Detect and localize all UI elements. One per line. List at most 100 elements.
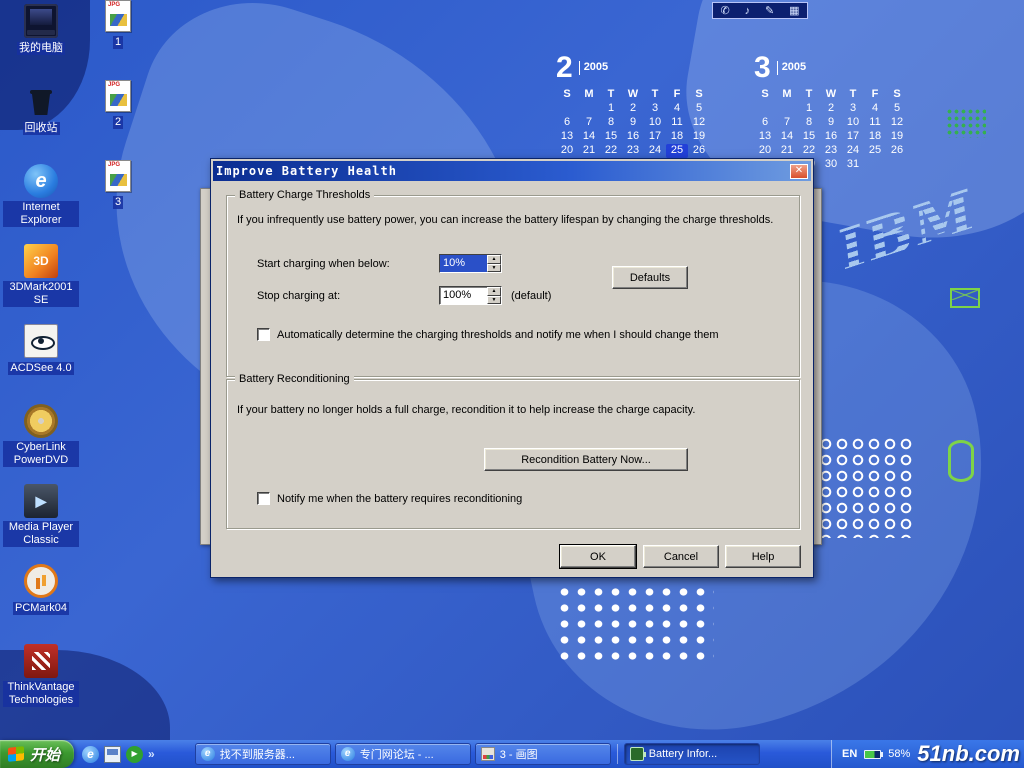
taskbar-task[interactable]: 3 - 画图 xyxy=(475,743,611,765)
system-tray: EN 58% 51nb.com xyxy=(831,740,1024,768)
desktop-icon-recycle-bin[interactable]: 回收站 xyxy=(2,84,80,158)
calendar-year: 2005 xyxy=(782,61,806,73)
defaults-button[interactable]: Defaults xyxy=(612,266,688,289)
calendar-day: 6 xyxy=(556,116,578,130)
calendar-day: 19 xyxy=(688,130,710,144)
pcmark04-icon xyxy=(24,564,58,598)
phone-icon[interactable] xyxy=(720,4,729,17)
desktop-icon-my-computer[interactable]: 我的电脑 xyxy=(2,4,80,78)
spin-up-icon[interactable] xyxy=(487,255,501,264)
desktop-icon-acdsee[interactable]: ACDSee 4.0 xyxy=(2,324,80,398)
watermark: 51nb.com xyxy=(917,741,1020,767)
spinner-buttons xyxy=(487,287,501,304)
recondition-battery-button[interactable]: Recondition Battery Now... xyxy=(484,448,688,471)
desktop-icon-label: ThinkVantage Technologies xyxy=(3,681,79,707)
help-button[interactable]: Help xyxy=(725,545,801,568)
desktop-icon[interactable] xyxy=(104,746,121,763)
calendar-day: 3 xyxy=(644,102,666,116)
grid-icon[interactable] xyxy=(789,4,799,17)
desktop-icon-pcmark04[interactable]: PCMark04 xyxy=(2,564,80,638)
calendar-day: 21 xyxy=(776,144,798,158)
jpg-file-icon[interactable]: JPG 3 xyxy=(96,160,140,208)
ie-icon[interactable] xyxy=(82,746,99,763)
ok-button[interactable]: OK xyxy=(560,545,636,568)
calendar-day-header: F xyxy=(666,88,688,102)
spin-down-icon[interactable] xyxy=(487,296,501,305)
calendar-day: 7 xyxy=(578,116,600,130)
desktop-icon-label: CyberLink PowerDVD xyxy=(3,441,79,467)
start-charging-value[interactable]: 10% xyxy=(440,255,487,272)
calendar-day: 14 xyxy=(578,130,600,144)
calendar-day xyxy=(754,102,776,116)
desktop-toolbar[interactable] xyxy=(712,2,808,19)
dialog-titlebar[interactable]: Improve Battery Health ✕ xyxy=(213,161,811,181)
cancel-button[interactable]: Cancel xyxy=(643,545,719,568)
jpg-file-glyph: JPG xyxy=(105,160,131,192)
calendar-day: 4 xyxy=(666,102,688,116)
taskbar: 开始 找不到服务器... 专门网论坛 - ...3 - 画图 Battery Inf… xyxy=(0,740,1024,768)
thresholds-description: If you infrequently use battery power, y… xyxy=(237,214,795,226)
language-indicator[interactable]: EN xyxy=(842,748,857,760)
jpg-file-label: 1 xyxy=(113,36,123,49)
calendar-day: 25 xyxy=(864,144,886,158)
calendar-day: 31 xyxy=(842,158,864,172)
windows-flag-icon xyxy=(8,746,24,762)
dialog-title: Improve Battery Health xyxy=(216,164,790,178)
taskbar-task[interactable]: 专门网论坛 - ... xyxy=(335,743,471,765)
spin-down-icon[interactable] xyxy=(487,264,501,273)
desktop-icon-label: Internet Explorer xyxy=(3,201,79,227)
calendar-day: 11 xyxy=(864,116,886,130)
calendar-day-header: T xyxy=(644,88,666,102)
taskbar-task[interactable]: Battery Infor... xyxy=(624,743,760,765)
taskbar-task[interactable]: 找不到服务器... xyxy=(195,743,331,765)
notify-reconditioning-checkbox[interactable] xyxy=(257,492,270,505)
pen-icon[interactable] xyxy=(765,4,774,17)
media-icon[interactable] xyxy=(126,746,143,763)
jpg-type-label: JPG xyxy=(108,2,120,8)
desktop-icon-powerdvd[interactable]: CyberLink PowerDVD xyxy=(2,404,80,478)
battery-icon[interactable] xyxy=(864,750,881,759)
calendar-day: 22 xyxy=(600,144,622,158)
calendar-day: 22 xyxy=(798,144,820,158)
close-icon[interactable]: ✕ xyxy=(790,164,808,179)
calendar-day: 13 xyxy=(754,130,776,144)
ibm-logo: IBM xyxy=(830,175,1000,307)
calendar-day: 15 xyxy=(600,130,622,144)
dot-pattern xyxy=(556,584,714,668)
desktop-icon-thinkvantage[interactable]: ThinkVantage Technologies xyxy=(2,644,80,718)
desktop-icon-media-player-classic[interactable]: ▶Media Player Classic xyxy=(2,484,80,558)
start-charging-spinner[interactable]: 10% xyxy=(439,254,502,273)
dialog-body: Battery Charge Thresholds If you infrequ… xyxy=(213,181,811,575)
jpg-file-label: 3 xyxy=(113,196,123,209)
jpg-file-icon[interactable]: JPG 1 xyxy=(96,0,140,48)
calendar-day: 13 xyxy=(556,130,578,144)
calendar-day: 20 xyxy=(754,144,776,158)
calendar-day-header: M xyxy=(776,88,798,102)
stop-charging-spinner[interactable]: 100% xyxy=(439,286,502,305)
calendar-day-header: W xyxy=(820,88,842,102)
task-label: 找不到服务器... xyxy=(220,746,295,762)
stop-charging-value[interactable]: 100% xyxy=(440,287,487,304)
spin-up-icon[interactable] xyxy=(487,287,501,296)
overflow-chevron-icon[interactable] xyxy=(148,747,155,761)
auto-determine-checkbox[interactable] xyxy=(257,328,270,341)
jpg-file-icon[interactable]: JPG2 xyxy=(96,80,140,128)
jpg-type-label: JPG xyxy=(108,162,120,168)
battery-reconditioning-group: Battery Reconditioning If your battery n… xyxy=(226,379,800,529)
desktop-icon-3dmark2001[interactable]: 3D3DMark2001 SE xyxy=(2,244,80,318)
jpg-type-label: JPG xyxy=(108,82,120,88)
calendar-day-header: M xyxy=(578,88,600,102)
ie-icon xyxy=(201,747,215,761)
calendar-day: 15 xyxy=(798,130,820,144)
calendar-day-header: T xyxy=(842,88,864,102)
envelope-icon xyxy=(950,288,980,308)
calendar-day: 25 xyxy=(666,144,688,158)
calendar-month-number: 2 xyxy=(556,52,573,84)
desktop-icon-list: 我的电脑回收站eInternet Explorer3D3DMark2001 SE… xyxy=(2,4,80,718)
green-grid-icon xyxy=(946,108,986,138)
calendar-day: 24 xyxy=(842,144,864,158)
note-icon[interactable] xyxy=(745,5,751,17)
calendar-day: 10 xyxy=(644,116,666,130)
desktop-icon-internet-explorer[interactable]: eInternet Explorer xyxy=(2,164,80,238)
start-button[interactable]: 开始 xyxy=(0,740,74,768)
